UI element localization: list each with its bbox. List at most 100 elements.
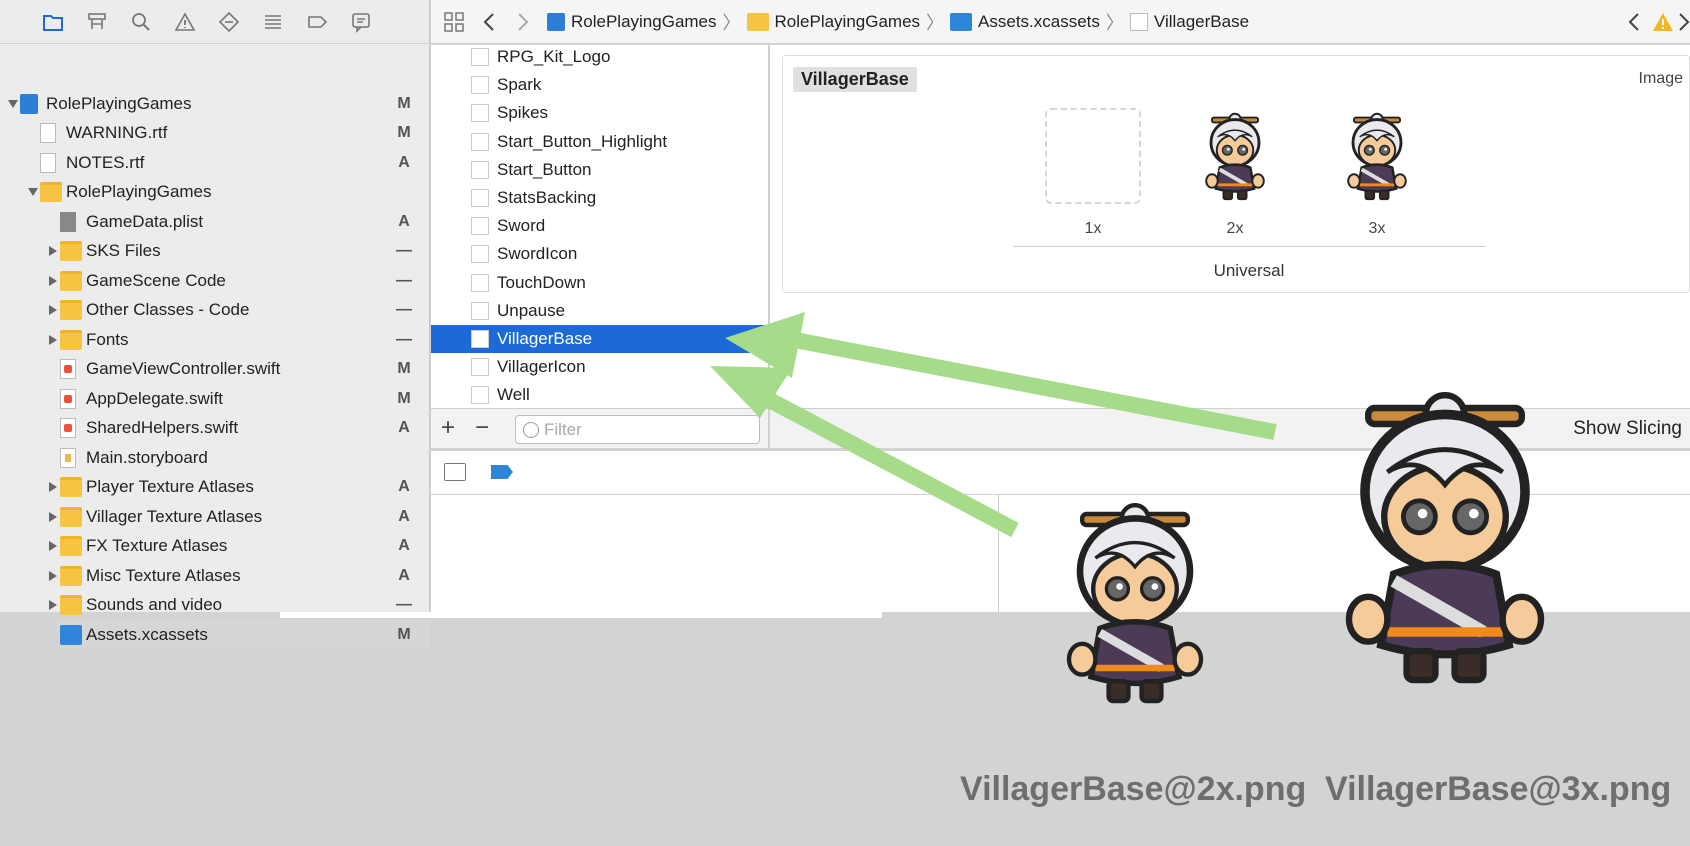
breadcrumb-label: VillagerBase: [1153, 11, 1250, 31]
debug-icon[interactable]: [262, 11, 284, 33]
tree-row-label: GameScene Code: [86, 270, 226, 290]
slot-3x[interactable]: 3x: [1329, 108, 1425, 238]
tree-row[interactable]: Main.storyboard: [0, 443, 430, 472]
disclosure-closed-icon[interactable]: [46, 244, 60, 258]
asset-row[interactable]: VillagerBase: [431, 325, 768, 353]
disclosure-closed-icon[interactable]: [46, 274, 60, 288]
scm-status-badge: A: [398, 478, 410, 495]
slot-1x[interactable]: 1x: [1045, 108, 1141, 238]
disclosure-closed-icon[interactable]: [46, 539, 60, 553]
folder-icon: [40, 182, 62, 202]
tree-row[interactable]: Other Classes - Code —: [0, 296, 430, 325]
asset-row[interactable]: Unpause: [431, 297, 768, 325]
show-slicing-button[interactable]: Show Slicing: [1573, 418, 1682, 440]
disclosure-closed-icon[interactable]: [46, 569, 60, 583]
chevron-right-icon: 〉: [1105, 12, 1124, 33]
test-icon[interactable]: [218, 11, 240, 33]
file-label-3x: VillagerBase@3x.png: [1325, 770, 1672, 808]
scm-status-badge: A: [398, 212, 410, 230]
tree-row[interactable]: SKS Files —: [0, 237, 430, 266]
disclosure-open-icon[interactable]: [6, 97, 20, 111]
breadcrumb-xcassets[interactable]: Assets.xcassets: [950, 12, 1100, 32]
asset-row[interactable]: Spikes: [431, 99, 768, 127]
grid-icon[interactable]: [443, 11, 465, 33]
disclosure-closed-icon[interactable]: [46, 303, 60, 317]
villager-thumbnail[interactable]: [1329, 108, 1425, 204]
breakpoint-icon[interactable]: [306, 11, 328, 33]
asset-row[interactable]: Sword: [431, 212, 768, 240]
asset-row[interactable]: Well: [431, 381, 768, 408]
tree-row[interactable]: FX Texture Atlases A: [0, 532, 430, 561]
search-icon[interactable]: [130, 11, 152, 33]
tree-row[interactable]: WARNING.rtf M: [0, 119, 430, 148]
image-set-card: VillagerBase Image 1x 2x 3x Universal: [782, 55, 1690, 293]
disclosure-open-icon[interactable]: [26, 185, 40, 199]
tree-row[interactable]: Fonts —: [0, 325, 430, 354]
image-thumbnail-icon: [471, 48, 489, 66]
tree-row[interactable]: RolePlayingGames M: [0, 89, 430, 118]
filter-icon: [523, 422, 539, 438]
scm-status-badge: A: [398, 153, 410, 171]
breadcrumb-folder[interactable]: RolePlayingGames: [746, 12, 920, 32]
disclosure-closed-icon[interactable]: [46, 598, 60, 612]
asset-row-label: Start_Button: [497, 159, 592, 179]
asset-row[interactable]: SwordIcon: [431, 240, 768, 268]
scm-status-badge: A: [398, 537, 410, 554]
tree-row[interactable]: SharedHelpers.swift A: [0, 414, 430, 443]
slot-2x[interactable]: 2x: [1187, 108, 1283, 238]
disclosure-closed-icon[interactable]: [46, 510, 60, 524]
asset-row[interactable]: StatsBacking: [431, 184, 768, 212]
back-chevron-icon[interactable]: [479, 11, 501, 33]
add-icon[interactable]: +: [441, 416, 455, 440]
tree-row-label: SharedHelpers.swift: [86, 418, 239, 437]
breadcrumb-asset[interactable]: VillagerBase: [1129, 11, 1250, 32]
image-thumbnail-icon: [471, 358, 489, 377]
hierarchy-icon[interactable]: [86, 11, 108, 33]
tree-row[interactable]: GameData.plist A: [0, 207, 430, 236]
debug-splitter[interactable]: [998, 495, 999, 612]
asset-row[interactable]: Start_Button: [431, 156, 768, 184]
tree-row[interactable]: NOTES.rtf A: [0, 148, 430, 177]
tree-row-label: RolePlayingGames: [46, 93, 192, 113]
jump-bar: RolePlayingGames 〉 RolePlayingGames 〉 As…: [431, 0, 1690, 44]
tree-row[interactable]: GameScene Code —: [0, 266, 430, 295]
villager-thumbnail[interactable]: [1187, 108, 1283, 204]
remove-icon[interactable]: −: [475, 416, 489, 440]
tree-row[interactable]: Player Texture Atlases A: [0, 473, 430, 502]
asset-detail: VillagerBase Image 1x 2x 3x Universal: [770, 45, 1690, 408]
warning-icon[interactable]: [174, 11, 196, 33]
asset-row-label: Unpause: [497, 300, 566, 320]
asset-row[interactable]: Spark: [431, 71, 768, 99]
tree-row[interactable]: AppDelegate.swift M: [0, 384, 430, 413]
tree-row[interactable]: Villager Texture Atlases A: [0, 502, 430, 531]
asset-title: VillagerBase: [793, 67, 917, 92]
asset-row[interactable]: TouchDown: [431, 269, 768, 297]
xcassets-icon: [950, 12, 973, 31]
breakpoints-toggle-icon[interactable]: [491, 465, 513, 479]
breadcrumb-project[interactable]: RolePlayingGames: [547, 12, 717, 32]
tree-row[interactable]: RolePlayingGames: [0, 178, 430, 207]
disclosure-closed-icon[interactable]: [46, 333, 60, 347]
tree-row[interactable]: Assets.xcassets M: [58, 620, 430, 649]
empty-image-well[interactable]: [1045, 108, 1141, 204]
folder-icon: [60, 506, 82, 527]
report-icon[interactable]: [350, 11, 372, 33]
asset-row-label: Start_Button_Highlight: [497, 131, 668, 151]
forward-chevron-icon[interactable]: [1672, 11, 1690, 33]
back-chevron-icon[interactable]: [1624, 11, 1646, 33]
asset-row[interactable]: Start_Button_Highlight: [431, 128, 768, 156]
asset-row[interactable]: VillagerIcon: [431, 353, 768, 381]
asset-row[interactable]: RPG_Kit_Logo: [431, 45, 768, 71]
warning-icon[interactable]: [1652, 11, 1674, 33]
filter-placeholder: Filter: [544, 419, 582, 439]
tree-row[interactable]: GameViewController.swift M: [0, 355, 430, 384]
disclosure-closed-icon[interactable]: [46, 480, 60, 494]
hide-debug-icon[interactable]: [444, 463, 466, 481]
scm-status-badge: —: [396, 242, 412, 259]
forward-chevron-icon[interactable]: [511, 11, 533, 33]
filter-field[interactable]: Filter: [515, 415, 760, 444]
asset-list: RPG_Kit_Logo Spark Spikes Start_Button_High…: [431, 45, 769, 408]
tree-row[interactable]: Misc Texture Atlases A: [0, 561, 430, 590]
folder-icon[interactable]: [42, 11, 64, 33]
chevron-right-icon: 〉: [926, 12, 945, 33]
